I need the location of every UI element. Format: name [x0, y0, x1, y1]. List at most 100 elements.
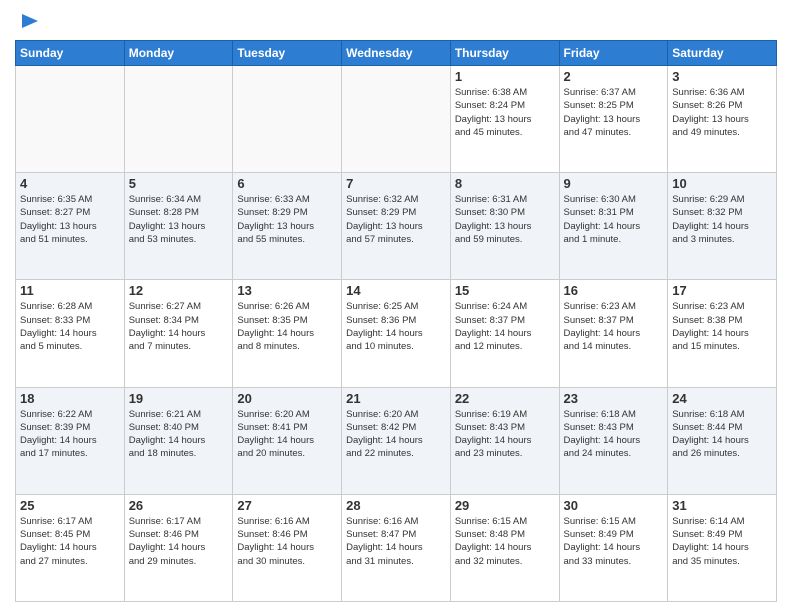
calendar-cell: 12Sunrise: 6:27 AM Sunset: 8:34 PM Dayli… [124, 280, 233, 387]
day-info: Sunrise: 6:15 AM Sunset: 8:49 PM Dayligh… [564, 515, 664, 568]
day-number: 31 [672, 498, 772, 513]
day-number: 16 [564, 283, 664, 298]
calendar-cell: 23 Sunrise: 6:18 AM Sunset: 8:43 PM Dayli… [559, 387, 668, 494]
day-info: Sunrise: 6:17 AM Sunset: 8:46 PM Dayligh… [129, 515, 229, 568]
calendar-cell: 29 Sunrise: 6:15 AM Sunset: 8:48 PM Dayli… [450, 494, 559, 601]
day-number: 12 [129, 283, 229, 298]
day-number: 6 [237, 176, 337, 191]
day-number: 24 [672, 391, 772, 406]
calendar-cell: 1 Sunrise: 6:38 AM Sunset: 8:24 PM Daylig… [450, 66, 559, 173]
day-info: Sunrise: 6:30 AM Sunset: 8:31 PM Dayligh… [564, 193, 664, 246]
day-number: 30 [564, 498, 664, 513]
calendar-cell: 21Sunrise: 6:20 AM Sunset: 8:42 PM Dayli… [342, 387, 451, 494]
day-number: 3 [672, 69, 772, 84]
day-info: Sunrise: 6:24 AM Sunset: 8:37 PM Dayligh… [455, 300, 555, 353]
day-info: Sunrise: 6:26 AM Sunset: 8:35 PM Dayligh… [237, 300, 337, 353]
day-info: Sunrise: 6:37 AM Sunset: 8:25 PM Dayligh… [564, 86, 664, 139]
day-info: Sunrise: 6:34 AM Sunset: 8:28 PM Dayligh… [129, 193, 229, 246]
logo-flag-icon [18, 10, 40, 32]
calendar-week-row: 25 Sunrise: 6:17 AM Sunset: 8:45 PM Dayli… [16, 494, 777, 601]
day-number: 25 [20, 498, 120, 513]
calendar-cell: 19 Sunrise: 6:21 AM Sunset: 8:40 PM Dayli… [124, 387, 233, 494]
calendar-cell [124, 66, 233, 173]
calendar-cell: 10Sunrise: 6:29 AM Sunset: 8:32 PM Dayli… [668, 173, 777, 280]
day-number: 5 [129, 176, 229, 191]
day-number: 10 [672, 176, 772, 191]
weekday-header-wednesday: Wednesday [342, 41, 451, 66]
day-number: 23 [564, 391, 664, 406]
day-number: 9 [564, 176, 664, 191]
day-number: 22 [455, 391, 555, 406]
weekday-header-thursday: Thursday [450, 41, 559, 66]
weekday-header-friday: Friday [559, 41, 668, 66]
calendar-cell: 5 Sunrise: 6:34 AM Sunset: 8:28 PM Daylig… [124, 173, 233, 280]
day-info: Sunrise: 6:20 AM Sunset: 8:42 PM Dayligh… [346, 408, 446, 461]
day-info: Sunrise: 6:32 AM Sunset: 8:29 PM Dayligh… [346, 193, 446, 246]
day-info: Sunrise: 6:28 AM Sunset: 8:33 PM Dayligh… [20, 300, 120, 353]
calendar-cell: 26 Sunrise: 6:17 AM Sunset: 8:46 PM Dayli… [124, 494, 233, 601]
calendar-cell: 6 Sunrise: 6:33 AM Sunset: 8:29 PM Daylig… [233, 173, 342, 280]
header [15, 10, 777, 32]
calendar-week-row: 4 Sunrise: 6:35 AM Sunset: 8:27 PM Daylig… [16, 173, 777, 280]
day-info: Sunrise: 6:23 AM Sunset: 8:37 PM Dayligh… [564, 300, 664, 353]
day-number: 29 [455, 498, 555, 513]
day-info: Sunrise: 6:36 AM Sunset: 8:26 PM Dayligh… [672, 86, 772, 139]
day-info: Sunrise: 6:19 AM Sunset: 8:43 PM Dayligh… [455, 408, 555, 461]
calendar-cell [16, 66, 125, 173]
calendar-cell: 24 Sunrise: 6:18 AM Sunset: 8:44 PM Dayli… [668, 387, 777, 494]
calendar-cell: 22 Sunrise: 6:19 AM Sunset: 8:43 PM Dayli… [450, 387, 559, 494]
day-info: Sunrise: 6:20 AM Sunset: 8:41 PM Dayligh… [237, 408, 337, 461]
calendar-cell: 7 Sunrise: 6:32 AM Sunset: 8:29 PM Daylig… [342, 173, 451, 280]
day-info: Sunrise: 6:18 AM Sunset: 8:43 PM Dayligh… [564, 408, 664, 461]
day-info: Sunrise: 6:22 AM Sunset: 8:39 PM Dayligh… [20, 408, 120, 461]
calendar-cell [342, 66, 451, 173]
day-number: 1 [455, 69, 555, 84]
day-info: Sunrise: 6:18 AM Sunset: 8:44 PM Dayligh… [672, 408, 772, 461]
day-info: Sunrise: 6:14 AM Sunset: 8:49 PM Dayligh… [672, 515, 772, 568]
day-number: 26 [129, 498, 229, 513]
day-info: Sunrise: 6:16 AM Sunset: 8:46 PM Dayligh… [237, 515, 337, 568]
calendar-cell: 13 Sunrise: 6:26 AM Sunset: 8:35 PM Dayli… [233, 280, 342, 387]
day-info: Sunrise: 6:21 AM Sunset: 8:40 PM Dayligh… [129, 408, 229, 461]
day-info: Sunrise: 6:17 AM Sunset: 8:45 PM Dayligh… [20, 515, 120, 568]
day-number: 28 [346, 498, 446, 513]
calendar-week-row: 11 Sunrise: 6:28 AM Sunset: 8:33 PM Dayli… [16, 280, 777, 387]
calendar-cell: 11 Sunrise: 6:28 AM Sunset: 8:33 PM Dayli… [16, 280, 125, 387]
calendar-cell: 14 Sunrise: 6:25 AM Sunset: 8:36 PM Dayli… [342, 280, 451, 387]
calendar-cell: 27Sunrise: 6:16 AM Sunset: 8:46 PM Dayli… [233, 494, 342, 601]
day-info: Sunrise: 6:23 AM Sunset: 8:38 PM Dayligh… [672, 300, 772, 353]
calendar-cell: 20 Sunrise: 6:20 AM Sunset: 8:41 PM Dayli… [233, 387, 342, 494]
logo [15, 10, 40, 32]
calendar-cell: 25 Sunrise: 6:17 AM Sunset: 8:45 PM Dayli… [16, 494, 125, 601]
calendar-cell: 3 Sunrise: 6:36 AM Sunset: 8:26 PM Daylig… [668, 66, 777, 173]
calendar-header-row: SundayMondayTuesdayWednesdayThursdayFrid… [16, 41, 777, 66]
day-number: 15 [455, 283, 555, 298]
calendar-cell: 4 Sunrise: 6:35 AM Sunset: 8:27 PM Daylig… [16, 173, 125, 280]
day-info: Sunrise: 6:25 AM Sunset: 8:36 PM Dayligh… [346, 300, 446, 353]
calendar-cell [233, 66, 342, 173]
day-number: 7 [346, 176, 446, 191]
day-info: Sunrise: 6:35 AM Sunset: 8:27 PM Dayligh… [20, 193, 120, 246]
calendar-week-row: 1 Sunrise: 6:38 AM Sunset: 8:24 PM Daylig… [16, 66, 777, 173]
weekday-header-saturday: Saturday [668, 41, 777, 66]
day-number: 4 [20, 176, 120, 191]
calendar-cell: 18Sunrise: 6:22 AM Sunset: 8:39 PM Dayli… [16, 387, 125, 494]
day-number: 11 [20, 283, 120, 298]
day-number: 20 [237, 391, 337, 406]
day-number: 13 [237, 283, 337, 298]
calendar-cell: 2Sunrise: 6:37 AM Sunset: 8:25 PM Daylig… [559, 66, 668, 173]
calendar-cell: 31 Sunrise: 6:14 AM Sunset: 8:49 PM Dayli… [668, 494, 777, 601]
day-number: 19 [129, 391, 229, 406]
calendar-table: SundayMondayTuesdayWednesdayThursdayFrid… [15, 40, 777, 602]
calendar-cell: 15 Sunrise: 6:24 AM Sunset: 8:37 PM Dayli… [450, 280, 559, 387]
day-info: Sunrise: 6:38 AM Sunset: 8:24 PM Dayligh… [455, 86, 555, 139]
day-number: 14 [346, 283, 446, 298]
calendar-cell: 8Sunrise: 6:31 AM Sunset: 8:30 PM Daylig… [450, 173, 559, 280]
page: SundayMondayTuesdayWednesdayThursdayFrid… [0, 0, 792, 612]
calendar-cell: 16 Sunrise: 6:23 AM Sunset: 8:37 PM Dayli… [559, 280, 668, 387]
calendar-cell: 28 Sunrise: 6:16 AM Sunset: 8:47 PM Dayli… [342, 494, 451, 601]
day-info: Sunrise: 6:15 AM Sunset: 8:48 PM Dayligh… [455, 515, 555, 568]
calendar-week-row: 18Sunrise: 6:22 AM Sunset: 8:39 PM Dayli… [16, 387, 777, 494]
day-info: Sunrise: 6:33 AM Sunset: 8:29 PM Dayligh… [237, 193, 337, 246]
day-info: Sunrise: 6:16 AM Sunset: 8:47 PM Dayligh… [346, 515, 446, 568]
